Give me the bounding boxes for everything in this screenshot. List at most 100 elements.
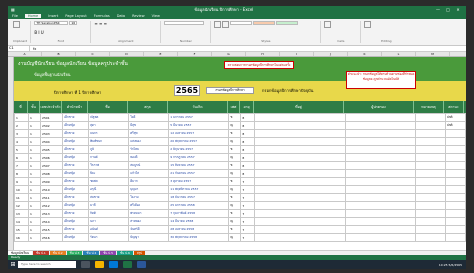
column-header[interactable]: L <box>382 52 416 56</box>
font-name-select[interactable]: TH SarabunPSK <box>34 21 69 25</box>
table-cell[interactable]: 8 <box>240 121 256 130</box>
table-cell[interactable] <box>344 201 416 210</box>
table-cell[interactable]: 1 <box>28 113 42 122</box>
table-cell[interactable]: เด็กชาย <box>62 209 90 218</box>
table-cell[interactable]: 8 <box>240 129 256 138</box>
table-cell[interactable] <box>414 177 446 186</box>
table-cell[interactable] <box>414 193 446 202</box>
table-cell[interactable]: 7 <box>240 225 256 234</box>
table-cell[interactable] <box>254 161 346 170</box>
table-cell[interactable] <box>254 129 346 138</box>
formula-input[interactable] <box>39 46 466 51</box>
table-cell[interactable] <box>414 137 446 146</box>
table-cell[interactable]: 15 สิงหาคม 2557 <box>168 161 230 170</box>
table-cell[interactable]: วีรภาพ <box>88 161 130 170</box>
table-cell[interactable]: 8 <box>240 161 256 170</box>
table-cell[interactable] <box>254 145 346 154</box>
table-cell[interactable] <box>444 137 466 146</box>
table-cell[interactable]: ธนกร <box>88 129 130 138</box>
table-cell[interactable] <box>344 129 416 138</box>
table-cell[interactable]: 2507 <box>40 161 64 170</box>
table-cell[interactable]: 2509 <box>40 177 64 186</box>
table-cell[interactable]: 2 มิถุนายน 2557 <box>168 145 230 154</box>
table-cell[interactable] <box>344 169 416 178</box>
table-cell[interactable] <box>414 233 446 242</box>
table-cell[interactable]: เด็กหญิง <box>62 137 90 146</box>
close-button[interactable]: ✕ <box>453 7 463 12</box>
format-table-icon[interactable] <box>222 21 230 28</box>
table-cell[interactable] <box>414 185 446 194</box>
table-cell[interactable]: ปิยะ <box>88 169 130 178</box>
table-cell[interactable] <box>444 129 466 138</box>
table-cell[interactable] <box>344 145 416 154</box>
table-cell[interactable]: ญ <box>228 233 242 242</box>
table-cell[interactable]: แก้วใส <box>128 169 170 178</box>
insert-cells-icon[interactable] <box>324 21 332 28</box>
table-cell[interactable]: 7 <box>13 161 30 170</box>
table-cell[interactable]: 7 <box>240 193 256 202</box>
table-cell[interactable]: ณัฐพล <box>88 113 130 122</box>
table-cell[interactable]: เด็กชาย <box>62 161 90 170</box>
style-bad[interactable] <box>253 21 276 25</box>
table-cell[interactable]: 8 <box>240 153 256 162</box>
table-cell[interactable] <box>444 225 466 234</box>
table-cell[interactable] <box>444 201 466 210</box>
table-cell[interactable]: 1 <box>13 113 30 122</box>
table-cell[interactable] <box>444 153 466 162</box>
table-cell[interactable]: 8 <box>240 113 256 122</box>
column-header[interactable]: M <box>416 52 450 56</box>
table-cell[interactable]: 16 <box>13 233 30 242</box>
table-cell[interactable]: 9 กรกฎาคม 2557 <box>168 153 230 162</box>
table-cell[interactable]: 2508 <box>40 169 64 178</box>
table-cell[interactable] <box>444 185 466 194</box>
table-cell[interactable]: กานต์ <box>88 153 130 162</box>
table-cell[interactable] <box>414 145 446 154</box>
table-cell[interactable] <box>414 113 446 122</box>
table-cell[interactable]: 2513 <box>40 209 64 218</box>
table-cell[interactable]: 3 ตุลาคม 2557 <box>168 177 230 186</box>
fx-icon[interactable]: fx <box>30 47 39 51</box>
edge-icon[interactable] <box>109 261 118 268</box>
ribbon-tab[interactable]: Insert <box>48 14 58 18</box>
table-cell[interactable]: 1 <box>28 201 42 210</box>
table-cell[interactable] <box>414 217 446 226</box>
table-cell[interactable] <box>344 209 416 218</box>
column-header[interactable]: K <box>348 52 382 56</box>
ribbon-tab[interactable]: Home <box>24 14 42 18</box>
table-cell[interactable]: 1 <box>28 233 42 242</box>
table-cell[interactable]: 1 <box>28 225 42 234</box>
table-cell[interactable] <box>444 177 466 186</box>
table-cell[interactable]: 1 มกราคม 2557 <box>168 113 230 122</box>
table-cell[interactable]: 1 <box>28 169 42 178</box>
ribbon-tab[interactable]: View <box>152 14 160 18</box>
table-cell[interactable]: ญ <box>228 201 242 210</box>
file-explorer-icon[interactable] <box>95 261 104 268</box>
column-header[interactable]: G <box>212 52 246 56</box>
table-cell[interactable] <box>254 169 346 178</box>
style-normal[interactable] <box>230 21 253 25</box>
table-cell[interactable]: ช <box>228 193 242 202</box>
table-cell[interactable]: สุดา <box>88 121 130 130</box>
table-cell[interactable]: รัตนา <box>88 233 130 242</box>
table-cell[interactable]: 2511 <box>40 193 64 202</box>
table-cell[interactable]: 15 <box>13 225 30 234</box>
table-cell[interactable] <box>254 201 346 210</box>
table-cell[interactable]: จันทร์ดี <box>128 225 170 234</box>
table-cell[interactable] <box>444 145 466 154</box>
table-cell[interactable]: ช <box>228 225 242 234</box>
align-icons[interactable]: ≡ ≡ ≡ <box>94 21 157 26</box>
table-cell[interactable] <box>444 193 466 202</box>
excel-taskbar-icon[interactable] <box>123 261 132 268</box>
table-cell[interactable]: เด็กชาย <box>62 129 90 138</box>
table-cell[interactable]: สายทอง <box>128 217 170 226</box>
table-cell[interactable]: 2501 <box>40 113 64 122</box>
table-cell[interactable] <box>254 233 346 242</box>
table-cell[interactable] <box>344 137 416 146</box>
table-cell[interactable]: 7 กุมภาพันธ์ 2558 <box>168 209 230 218</box>
table-cell[interactable]: อนันต์ <box>88 225 130 234</box>
table-cell[interactable]: สมบูรณ์ <box>128 161 170 170</box>
table-cell[interactable]: ใจงาม <box>128 193 170 202</box>
table-cell[interactable] <box>344 233 416 242</box>
table-cell[interactable]: 1 <box>28 193 42 202</box>
table-cell[interactable] <box>344 113 416 122</box>
